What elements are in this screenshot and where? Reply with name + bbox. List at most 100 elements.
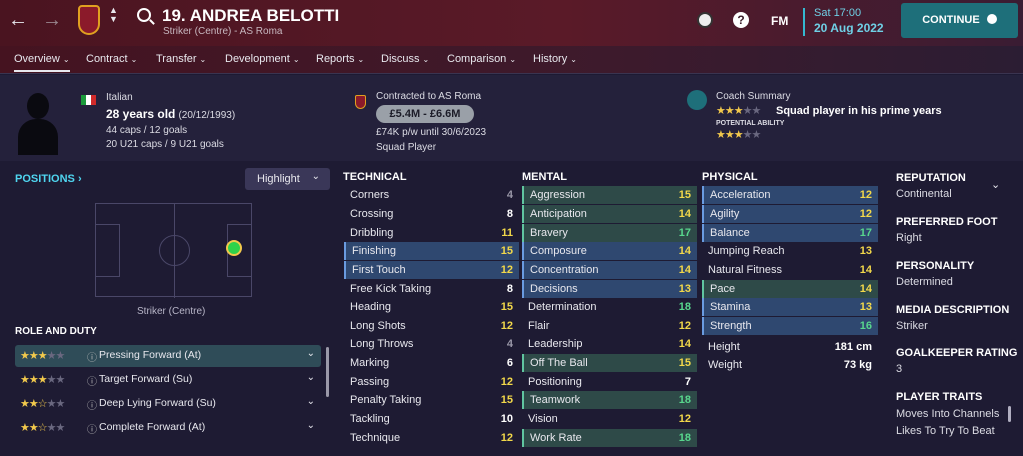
- attr-row[interactable]: Pace 14: [702, 280, 878, 298]
- attr-name: Teamwork: [530, 394, 581, 406]
- attr-value: 8: [506, 208, 513, 220]
- chevron-down-icon[interactable]: ⌄: [307, 372, 315, 383]
- continue-button[interactable]: CONTINUE: [901, 3, 1018, 38]
- chevron-down-icon: ⌄: [292, 55, 300, 64]
- coach-summary-title: Coach Summary: [716, 91, 791, 102]
- info-icon[interactable]: ⓘ: [87, 349, 97, 364]
- help-icon[interactable]: ?: [733, 12, 749, 28]
- attr-row[interactable]: Heading 15: [344, 298, 519, 316]
- attr-row[interactable]: Composure 14: [522, 242, 697, 260]
- attr-row[interactable]: Decisions 13: [522, 280, 697, 298]
- manager-avatar-icon[interactable]: [697, 12, 713, 28]
- position-marker-st[interactable]: [226, 240, 242, 256]
- attr-row[interactable]: Vision 12: [522, 410, 697, 428]
- coach-search-icon[interactable]: [687, 90, 707, 110]
- attr-row[interactable]: Passing 12: [344, 373, 519, 391]
- attr-row[interactable]: Stamina 13: [702, 298, 878, 316]
- attr-row[interactable]: First Touch 12: [344, 261, 519, 279]
- tab-comparison[interactable]: Comparison ⌄: [447, 53, 516, 65]
- attr-row[interactable]: Teamwork 18: [522, 391, 697, 409]
- info-icon[interactable]: ⓘ: [87, 373, 97, 388]
- role-duty-title: ROLE AND DUTY: [15, 326, 97, 337]
- forward-arrow-icon[interactable]: →: [42, 9, 62, 32]
- info-icon[interactable]: ⓘ: [87, 397, 97, 412]
- attr-row[interactable]: Technique 12: [344, 429, 519, 447]
- highlight-dropdown[interactable]: Highlight ⌄: [245, 168, 330, 190]
- attr-value: 4: [506, 338, 513, 350]
- date-divider: [803, 8, 805, 36]
- attr-row[interactable]: Penalty Taking 15: [344, 391, 519, 409]
- role-stars: ★★★★★: [20, 350, 65, 362]
- attr-row[interactable]: Long Shots 12: [344, 317, 519, 335]
- u21-caps: 20 U21 caps / 9 U21 goals: [106, 139, 224, 150]
- attr-name: Stamina: [710, 301, 751, 313]
- attr-row[interactable]: Strength 16: [702, 317, 878, 335]
- chevron-down-icon[interactable]: ⌄: [307, 420, 315, 431]
- attr-row[interactable]: Long Throws 4: [344, 335, 519, 353]
- attr-row[interactable]: Acceleration 12: [702, 186, 878, 204]
- attr-row[interactable]: Free Kick Taking 8: [344, 280, 519, 298]
- dob-value: (20/12/1993): [178, 110, 236, 121]
- player-title: 19. ANDREA BELOTTI: [162, 6, 340, 25]
- attr-row[interactable]: Natural Fitness 14: [702, 261, 878, 279]
- tab-transfer[interactable]: Transfer ⌄: [156, 53, 206, 65]
- date-day[interactable]: 20 Aug 2022: [814, 21, 884, 35]
- attr-row[interactable]: Agility 12: [702, 205, 878, 223]
- preferred-foot-heading: PREFERRED FOOT: [896, 216, 998, 228]
- attr-row[interactable]: Jumping Reach 13: [702, 242, 878, 260]
- attr-row[interactable]: Finishing 15: [344, 242, 519, 260]
- fm-menu-button[interactable]: FM: [771, 14, 788, 28]
- back-arrow-icon[interactable]: ←: [8, 9, 28, 32]
- date-time[interactable]: Sat 17:00: [814, 7, 861, 19]
- attr-value: 14: [678, 245, 691, 257]
- attr-row[interactable]: Aggression 15: [522, 186, 697, 204]
- attr-value: 11: [501, 227, 513, 239]
- role-row[interactable]: ★★★★★ ⓘ Target Forward (Su) ⌄: [15, 369, 321, 391]
- attr-row[interactable]: Corners 4: [344, 186, 519, 204]
- info-icon[interactable]: ⓘ: [87, 421, 97, 436]
- tab-history[interactable]: History ⌄: [533, 53, 577, 65]
- attr-row[interactable]: Off The Ball 15: [522, 354, 697, 372]
- attr-row[interactable]: Tackling 10: [344, 410, 519, 428]
- role-stars: ★★☆★★: [20, 398, 65, 410]
- attr-row[interactable]: Concentration 14: [522, 261, 697, 279]
- personality-value: Determined: [896, 276, 953, 288]
- player-switch-icon[interactable]: ▲ ▼: [109, 6, 118, 24]
- attr-row[interactable]: Dribbling 11: [344, 224, 519, 242]
- attr-row[interactable]: Marking 6: [344, 354, 519, 372]
- roles-scrollbar[interactable]: [326, 347, 329, 397]
- attr-row[interactable]: Positioning 7: [522, 373, 697, 391]
- player-info-strip: Italian 28 years old (20/12/1993) 44 cap…: [0, 75, 1023, 161]
- attr-row[interactable]: Leadership 14: [522, 335, 697, 353]
- chevron-down-icon[interactable]: ⌄: [991, 178, 1000, 191]
- italy-flag-icon: [81, 95, 96, 105]
- attr-row[interactable]: Determination 18: [522, 298, 697, 316]
- attr-name: Determination: [528, 301, 597, 313]
- role-row[interactable]: ★★☆★★ ⓘ Complete Forward (At) ⌄: [15, 417, 321, 439]
- tab-development[interactable]: Development ⌄: [225, 53, 300, 65]
- transfer-value: £5.4M - £6.6M: [389, 108, 461, 120]
- attr-row[interactable]: Flair 12: [522, 317, 697, 335]
- attr-row[interactable]: Balance 17: [702, 224, 878, 242]
- club-badge-icon: [355, 95, 366, 109]
- attr-row[interactable]: Work Rate 18: [522, 429, 697, 447]
- attr-name: Decisions: [530, 283, 578, 295]
- attr-row[interactable]: Crossing 8: [344, 205, 519, 223]
- role-row[interactable]: ★★★★★ ⓘ Pressing Forward (At) ⌄: [15, 345, 321, 367]
- chevron-down-icon[interactable]: ⌄: [307, 396, 315, 407]
- height-value: 181 cm: [834, 341, 872, 353]
- positions-title[interactable]: POSITIONS ›: [15, 173, 82, 185]
- coach-summary: Squad player in his prime years: [776, 105, 942, 117]
- traits-scrollbar[interactable]: [1008, 406, 1011, 422]
- tab-label: Reports: [316, 53, 355, 65]
- tab-overview[interactable]: Overview ⌄: [14, 53, 70, 72]
- tab-reports[interactable]: Reports ⌄: [316, 53, 364, 65]
- tab-discuss[interactable]: Discuss ⌄: [381, 53, 429, 65]
- attr-value: 4: [506, 189, 513, 201]
- tab-contract[interactable]: Contract ⌄: [86, 53, 137, 65]
- attr-row[interactable]: Anticipation 14: [522, 205, 697, 223]
- attr-value: 16: [859, 320, 872, 332]
- chevron-down-icon[interactable]: ⌄: [307, 348, 315, 359]
- attr-row[interactable]: Bravery 17: [522, 224, 697, 242]
- role-row[interactable]: ★★☆★★ ⓘ Deep Lying Forward (Su) ⌄: [15, 393, 321, 415]
